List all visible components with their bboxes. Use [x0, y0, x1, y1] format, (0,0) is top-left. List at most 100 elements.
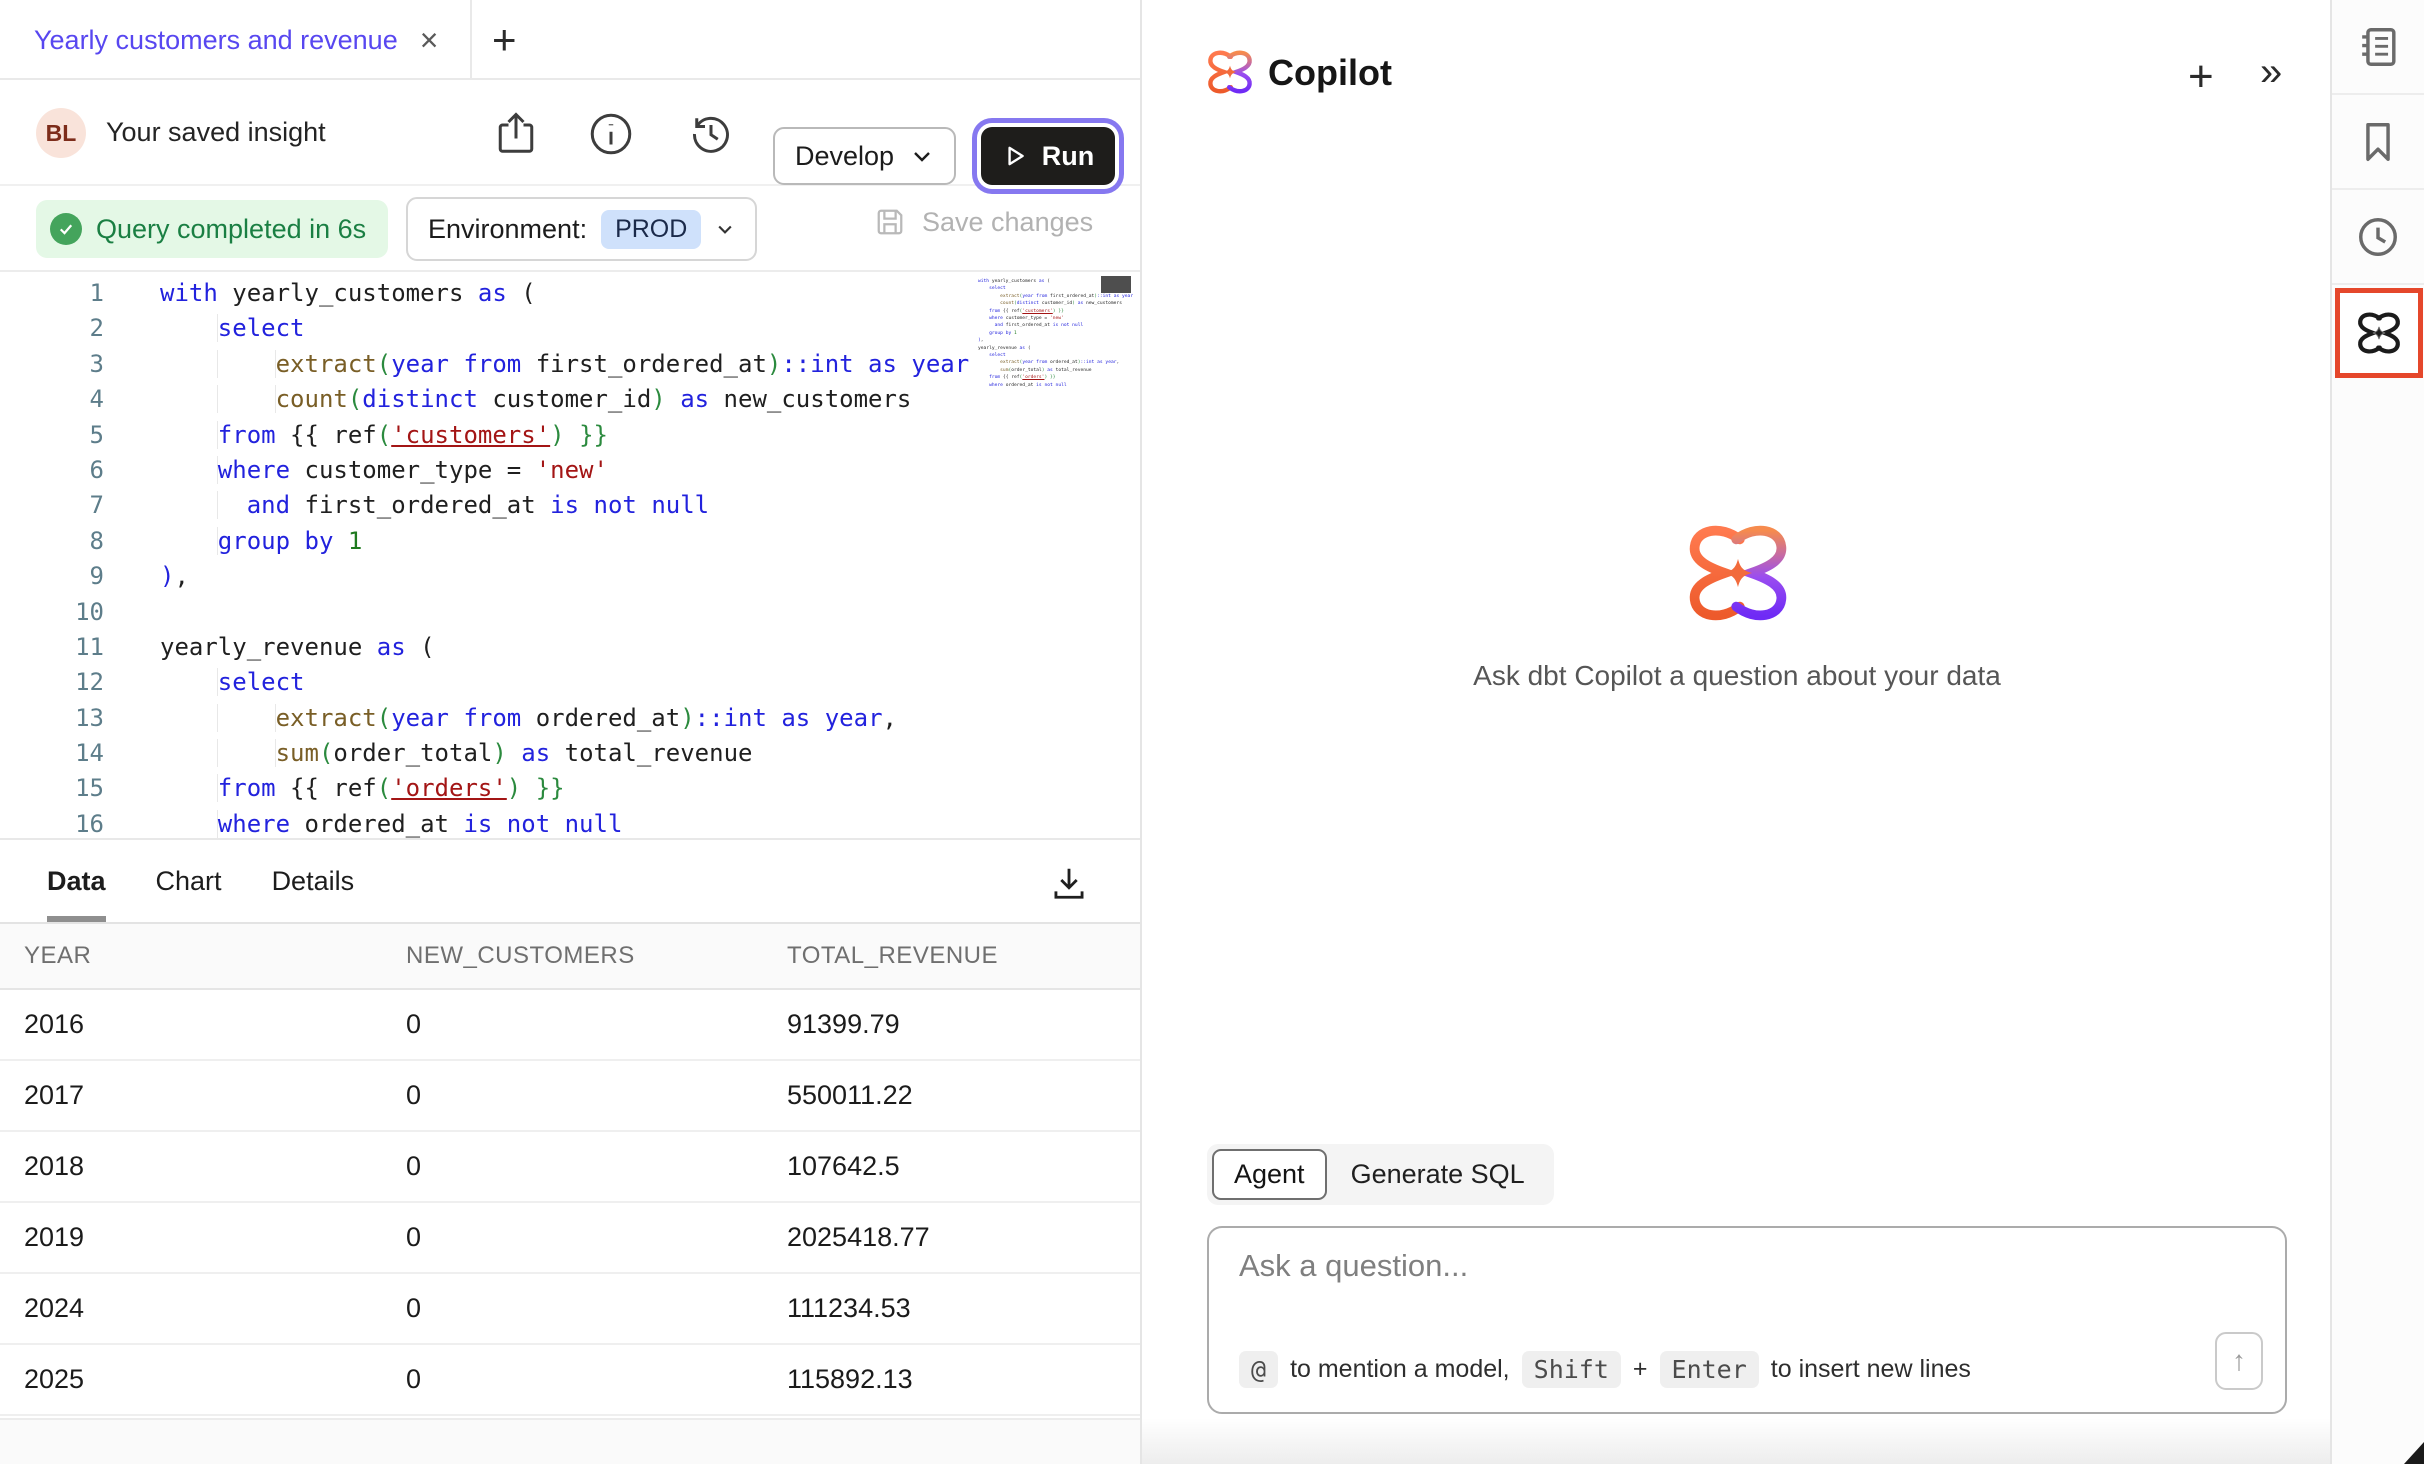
line-number: 12 [0, 665, 104, 700]
hint-mention-text: to mention a model, [1290, 1355, 1510, 1384]
code-line: 10 [0, 595, 1140, 630]
code-line: 1with yearly_customers as ( [0, 276, 1140, 311]
dbt-insights-app: Yearly customers and revenue × + BL Your… [0, 0, 2424, 1464]
environment-value-badge: PROD [601, 210, 701, 249]
rail-notebook-button[interactable] [2332, 0, 2424, 95]
query-panel: Yearly customers and revenue × + BL Your… [0, 0, 1140, 1464]
new-tab-button[interactable]: + [492, 18, 517, 62]
tab-yearly-customers-and-revenue[interactable]: Yearly customers and revenue × [0, 0, 470, 80]
code-line: 7 and first_ordered_at is not null [0, 488, 1140, 523]
run-button[interactable]: Run [981, 127, 1115, 185]
sql-code-editor[interactable]: 1with yearly_customers as (2 select3 ext… [0, 272, 1140, 838]
rail-copilot-button[interactable] [2332, 285, 2424, 380]
check-circle-icon [50, 213, 82, 245]
table-row: 20250115892.13 [0, 1345, 1140, 1416]
line-number: 10 [0, 595, 104, 630]
code-line: 11yearly_revenue as ( [0, 630, 1140, 665]
copilot-input-box: @ to mention a model, Shift + Enter to i… [1207, 1226, 2287, 1414]
panel-bottom-fade [1142, 1418, 2332, 1464]
table-cell: 111234.53 [763, 1293, 1140, 1324]
mode-generate-sql-button[interactable]: Generate SQL [1327, 1151, 1549, 1198]
line-number: 9 [0, 559, 104, 594]
code-line: 14 sum(order_total) as total_revenue [0, 736, 1140, 771]
develop-label: Develop [795, 141, 894, 172]
copilot-mode-switch: Agent Generate SQL [1207, 1144, 1554, 1205]
line-number: 6 [0, 453, 104, 488]
results-tab-bar: Data Chart Details [0, 838, 1140, 924]
editor-scrollbar-thumb[interactable] [1101, 276, 1131, 293]
code-line: 16 where ordered_at is not null [0, 807, 1140, 838]
bookmark-icon [2355, 119, 2401, 165]
table-cell: 0 [382, 1293, 763, 1324]
code-line: 4 count(distinct customer_id) as new_cus… [0, 382, 1140, 417]
dbt-copilot-rail-icon [2356, 310, 2402, 356]
history-button[interactable] [687, 110, 735, 158]
editor-minimap[interactable]: with yearly_customers as ( select extrac… [978, 278, 1098, 389]
status-bar: Query completed in 6s Environment: PROD … [0, 186, 1140, 272]
table-cell: 91399.79 [763, 1009, 1140, 1040]
develop-button[interactable]: Develop [773, 127, 956, 185]
line-number: 15 [0, 771, 104, 806]
copilot-title: Copilot [1268, 50, 1392, 96]
tab-title: Yearly customers and revenue [34, 25, 398, 56]
new-chat-button[interactable]: + [2188, 52, 2214, 102]
table-cell: 107642.5 [763, 1151, 1140, 1182]
dbt-copilot-logo-icon [1206, 48, 1254, 96]
results-table-footer [0, 1418, 1140, 1464]
download-results-button[interactable] [1050, 864, 1088, 902]
history-icon [687, 110, 735, 158]
table-row: 20240111234.53 [0, 1274, 1140, 1345]
share-button[interactable] [492, 110, 540, 158]
mode-agent-button[interactable]: Agent [1212, 1149, 1327, 1200]
rail-bookmark-button[interactable] [2332, 95, 2424, 190]
table-cell: 0 [382, 1009, 763, 1040]
at-key-chip: @ [1239, 1351, 1278, 1388]
code-lines: 1with yearly_customers as (2 select3 ext… [0, 276, 1140, 838]
play-icon [1002, 143, 1028, 169]
results-tab-data[interactable]: Data [47, 840, 106, 922]
table-row: 20180107642.5 [0, 1132, 1140, 1203]
tab-bar: Yearly customers and revenue × + [0, 0, 1140, 80]
line-number: 2 [0, 311, 104, 346]
rail-history-button[interactable] [2332, 190, 2424, 285]
info-button[interactable] [587, 110, 635, 158]
hint-plus-text: + [1633, 1355, 1648, 1384]
environment-select[interactable]: Environment: PROD [406, 197, 757, 261]
table-cell: 2017 [0, 1080, 382, 1111]
table-cell: 2025418.77 [763, 1222, 1140, 1253]
tab-separator [470, 0, 472, 80]
table-cell: 2025 [0, 1364, 382, 1395]
table-row: 20170550011.22 [0, 1061, 1140, 1132]
run-label: Run [1042, 141, 1094, 172]
dbt-copilot-empty-state-logo [1685, 520, 1791, 626]
table-cell: 2019 [0, 1222, 382, 1253]
save-changes-button[interactable]: Save changes [872, 204, 1093, 240]
copilot-empty-state-text: Ask dbt Copilot a question about your da… [1142, 660, 2332, 692]
table-cell: 2024 [0, 1293, 382, 1324]
shift-key-chip: Shift [1522, 1351, 1621, 1388]
line-number: 3 [0, 347, 104, 382]
results-tab-details[interactable]: Details [272, 840, 355, 922]
resize-corner [2404, 1442, 2424, 1464]
line-number: 14 [0, 736, 104, 771]
ask-question-input[interactable] [1239, 1248, 2139, 1308]
download-icon [1050, 864, 1088, 902]
query-status-badge: Query completed in 6s [36, 200, 388, 258]
close-tab-icon[interactable]: × [420, 24, 439, 56]
collapse-panel-icon[interactable]: » [2260, 50, 2282, 95]
results-tab-chart[interactable]: Chart [156, 840, 222, 922]
insight-title: Your saved insight [106, 117, 326, 148]
line-number: 11 [0, 630, 104, 665]
clock-icon [2355, 214, 2401, 260]
send-button[interactable]: ↑ [2215, 1332, 2263, 1390]
enter-key-chip: Enter [1660, 1351, 1759, 1388]
code-line: 2 select [0, 311, 1140, 346]
line-number: 16 [0, 807, 104, 838]
line-number: 7 [0, 488, 104, 523]
save-changes-label: Save changes [922, 207, 1093, 238]
results-table-body: 2016091399.7920170550011.2220180107642.5… [0, 990, 1140, 1416]
active-rail-highlight [2335, 288, 2423, 378]
code-line: 3 extract(year from first_ordered_at)::i… [0, 347, 1140, 382]
up-arrow-icon: ↑ [2232, 1345, 2246, 1377]
code-line: 15 from {{ ref('orders') }} [0, 771, 1140, 806]
